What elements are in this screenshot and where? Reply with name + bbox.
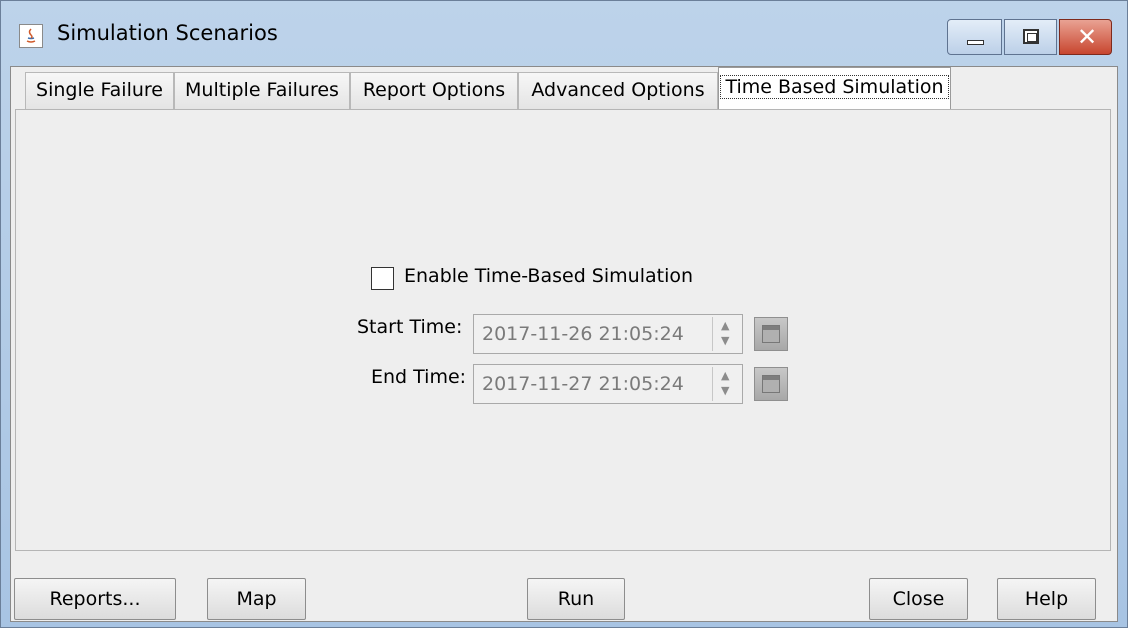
tab-strip: Single Failure Multiple Failures Report … bbox=[11, 67, 1117, 109]
tab-label: Report Options bbox=[362, 79, 506, 101]
map-button[interactable]: Map bbox=[207, 578, 306, 620]
help-button[interactable]: Help bbox=[997, 578, 1096, 620]
run-button[interactable]: Run bbox=[527, 578, 625, 620]
start-time-spinner[interactable]: 2017-11-26 21:05:24 ▲ ▼ bbox=[473, 314, 743, 354]
maximize-button[interactable] bbox=[1004, 19, 1057, 55]
end-time-arrows[interactable]: ▲ ▼ bbox=[712, 367, 740, 401]
spin-up-icon[interactable]: ▲ bbox=[721, 369, 729, 382]
spin-down-icon[interactable]: ▼ bbox=[721, 384, 729, 397]
spin-down-icon[interactable]: ▼ bbox=[721, 334, 729, 347]
calendar-icon bbox=[762, 375, 780, 393]
dialog-client-area: Single Failure Multiple Failures Report … bbox=[10, 66, 1118, 622]
end-time-spinner[interactable]: 2017-11-27 21:05:24 ▲ ▼ bbox=[473, 364, 743, 404]
enable-time-based-checkbox[interactable] bbox=[371, 267, 394, 290]
end-time-label: End Time: bbox=[371, 366, 467, 388]
close-icon: ✕ bbox=[1076, 23, 1098, 51]
start-time-value: 2017-11-26 21:05:24 bbox=[482, 323, 684, 345]
tab-label: Advanced Options bbox=[531, 79, 705, 101]
minimize-icon bbox=[967, 40, 984, 45]
tab-multiple-failures[interactable]: Multiple Failures bbox=[174, 72, 350, 109]
start-date-picker-button[interactable] bbox=[754, 317, 788, 351]
simulation-scenarios-window: Simulation Scenarios ✕ Single Failure Mu… bbox=[0, 0, 1128, 628]
end-date-picker-button[interactable] bbox=[754, 367, 788, 401]
reports-button[interactable]: Reports... bbox=[14, 578, 176, 620]
start-time-arrows[interactable]: ▲ ▼ bbox=[712, 317, 740, 351]
spin-up-icon[interactable]: ▲ bbox=[721, 319, 729, 332]
maximize-icon bbox=[1023, 29, 1039, 44]
title-bar[interactable]: Simulation Scenarios ✕ bbox=[1, 1, 1127, 67]
time-based-simulation-panel: Enable Time-Based Simulation Start Time:… bbox=[15, 109, 1111, 551]
java-app-icon bbox=[19, 24, 43, 48]
tab-label: Multiple Failures bbox=[185, 79, 339, 101]
tab-label: Time Based Simulation bbox=[720, 75, 949, 99]
tab-advanced-options[interactable]: Advanced Options bbox=[518, 72, 718, 109]
window-title: Simulation Scenarios bbox=[57, 21, 278, 45]
start-time-label: Start Time: bbox=[357, 316, 463, 338]
tab-label: Single Failure bbox=[36, 79, 163, 101]
close-window-button[interactable]: ✕ bbox=[1059, 19, 1112, 55]
close-button[interactable]: Close bbox=[869, 578, 968, 620]
tab-time-based-simulation[interactable]: Time Based Simulation bbox=[718, 67, 951, 109]
minimize-button[interactable] bbox=[947, 19, 1002, 55]
tab-report-options[interactable]: Report Options bbox=[350, 72, 518, 109]
tab-single-failure[interactable]: Single Failure bbox=[25, 72, 174, 109]
calendar-icon bbox=[762, 325, 780, 343]
end-time-value: 2017-11-27 21:05:24 bbox=[482, 373, 684, 395]
enable-time-based-label[interactable]: Enable Time-Based Simulation bbox=[404, 265, 693, 287]
